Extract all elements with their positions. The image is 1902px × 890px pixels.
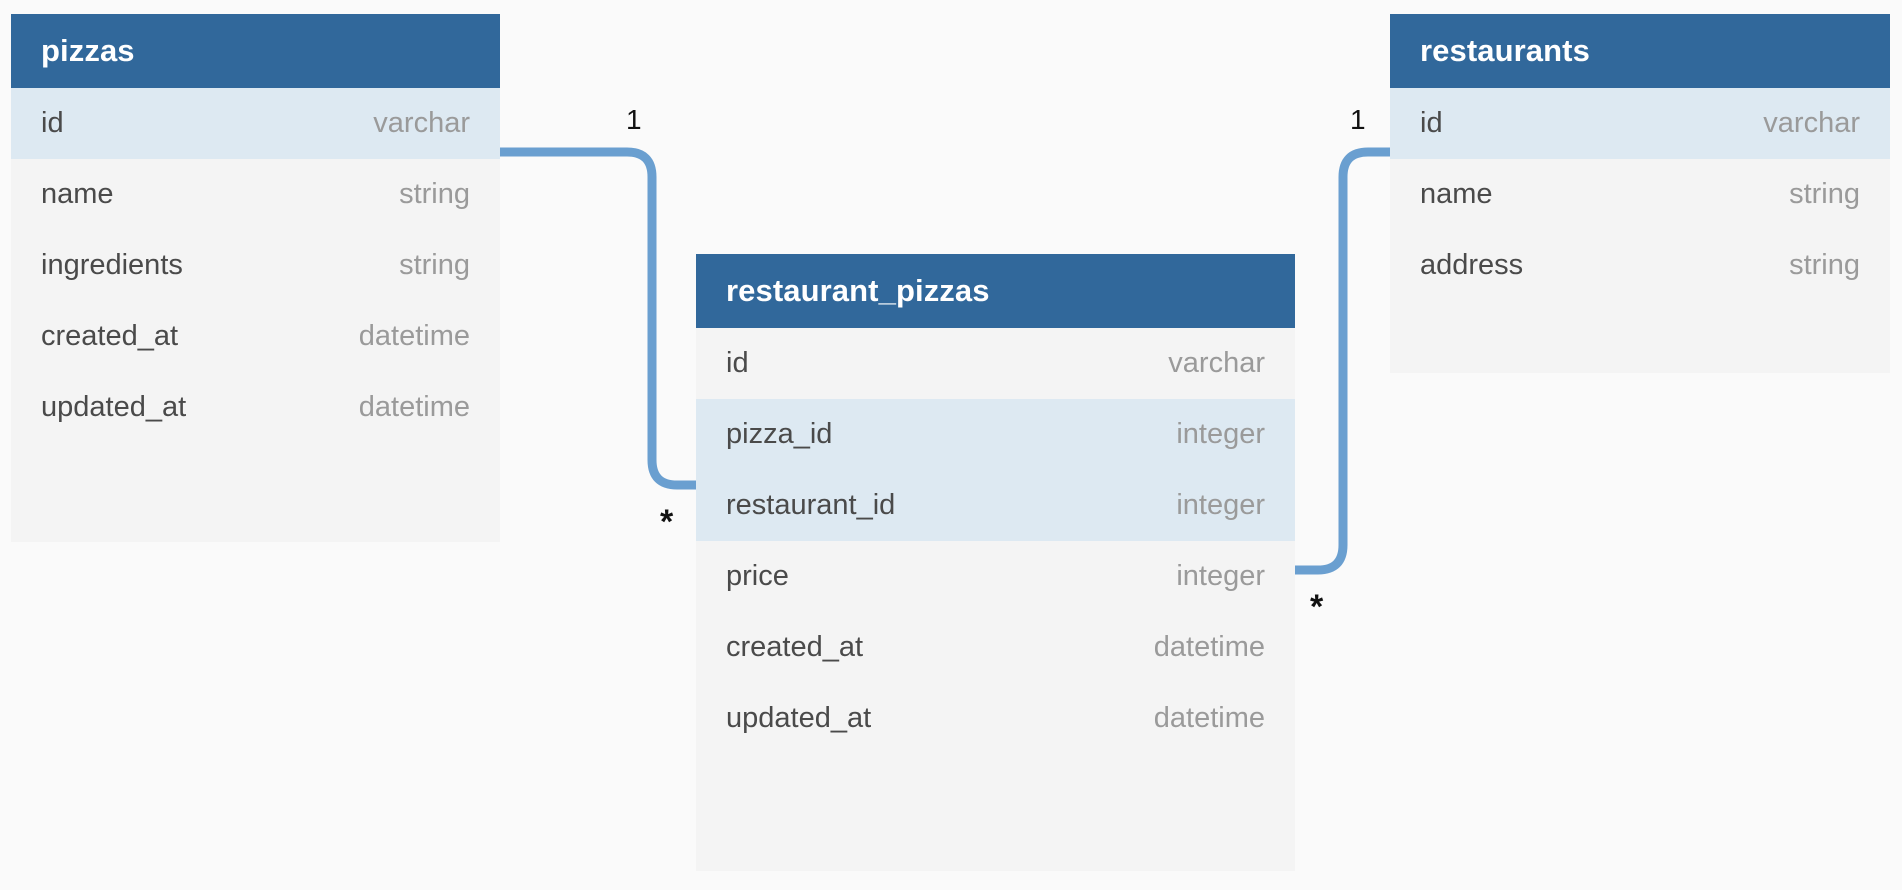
column-type: varchar: [1168, 347, 1265, 379]
er-diagram-canvas: pizzas id varchar name string ingredients stri…: [0, 0, 1902, 890]
column-type: varchar: [1763, 107, 1860, 139]
column-name: name: [1420, 178, 1493, 210]
entity-table-pizzas[interactable]: pizzas id varchar name string ingredients stri…: [11, 14, 500, 542]
column-name: updated_at: [726, 702, 872, 734]
column-name: created_at: [41, 320, 179, 352]
entity-table-footer-pad: [696, 754, 1295, 871]
entity-table-title: restaurant_pizzas: [726, 273, 990, 308]
column-type: varchar: [373, 107, 470, 139]
cardinality-label-to-pizzas-to-restaurant_pizzas: *: [660, 503, 674, 541]
entity-table-restaurant_pizzas[interactable]: restaurant_pizzas id varchar pizza_id intege…: [696, 254, 1295, 871]
entity-table-title: pizzas: [41, 33, 135, 68]
relationship-line-restaurants-to-restaurant_pizzas: [1290, 147, 1395, 575]
column-name: id: [41, 107, 64, 139]
column-row-pizzas-ingredients[interactable]: ingredients string: [11, 230, 500, 301]
column-row-pizzas-updated_at[interactable]: updated_at datetime: [11, 372, 500, 443]
column-row-pizzas-id[interactable]: id varchar: [11, 88, 500, 159]
column-row-restaurant_pizzas-price[interactable]: price integer: [696, 541, 1295, 612]
entity-table-footer-pad: [11, 443, 500, 542]
column-row-restaurants-address[interactable]: address string: [1390, 230, 1890, 301]
column-name: id: [1420, 107, 1443, 139]
column-name: created_at: [726, 631, 864, 663]
entity-table-footer-pad: [1390, 301, 1890, 373]
column-type: integer: [1176, 418, 1265, 450]
entity-table-header-pizzas: pizzas: [11, 14, 500, 88]
column-row-pizzas-name[interactable]: name string: [11, 159, 500, 230]
cardinality-label-to-restaurants-to-restaurant_pizzas: *: [1310, 588, 1324, 626]
entity-table-restaurants[interactable]: restaurants id varchar name string address str…: [1390, 14, 1890, 373]
column-row-pizzas-created_at[interactable]: created_at datetime: [11, 301, 500, 372]
column-name: price: [726, 560, 789, 592]
column-name: address: [1420, 249, 1524, 281]
column-name: restaurant_id: [726, 489, 896, 521]
column-type: datetime: [1153, 631, 1265, 663]
column-name: pizza_id: [726, 418, 833, 450]
column-name: id: [726, 347, 749, 379]
column-row-restaurant_pizzas-id[interactable]: id varchar: [696, 328, 1295, 399]
column-type: integer: [1176, 560, 1265, 592]
column-name: updated_at: [41, 391, 187, 423]
column-type: string: [1789, 178, 1860, 210]
column-name: ingredients: [41, 249, 183, 281]
cardinality-label-from-pizzas-to-restaurant_pizzas: 1: [626, 104, 642, 135]
cardinality-label-from-restaurants-to-restaurant_pizzas: 1: [1350, 104, 1366, 135]
entity-table-header-restaurant_pizzas: restaurant_pizzas: [696, 254, 1295, 328]
column-row-restaurant_pizzas-restaurant_id[interactable]: restaurant_id integer: [696, 470, 1295, 541]
column-row-restaurants-name[interactable]: name string: [1390, 159, 1890, 230]
column-type: datetime: [358, 320, 470, 352]
relationship-line-pizzas-to-restaurant_pizzas: [495, 147, 701, 490]
column-row-restaurants-id[interactable]: id varchar: [1390, 88, 1890, 159]
column-row-restaurant_pizzas-updated_at[interactable]: updated_at datetime: [696, 683, 1295, 754]
column-type: string: [1789, 249, 1860, 281]
column-type: string: [399, 249, 470, 281]
column-name: name: [41, 178, 114, 210]
column-row-restaurant_pizzas-created_at[interactable]: created_at datetime: [696, 612, 1295, 683]
entity-table-title: restaurants: [1420, 33, 1590, 68]
column-type: datetime: [1153, 702, 1265, 734]
column-type: integer: [1176, 489, 1265, 521]
entity-table-header-restaurants: restaurants: [1390, 14, 1890, 88]
column-type: datetime: [358, 391, 470, 423]
column-type: string: [399, 178, 470, 210]
column-row-restaurant_pizzas-pizza_id[interactable]: pizza_id integer: [696, 399, 1295, 470]
